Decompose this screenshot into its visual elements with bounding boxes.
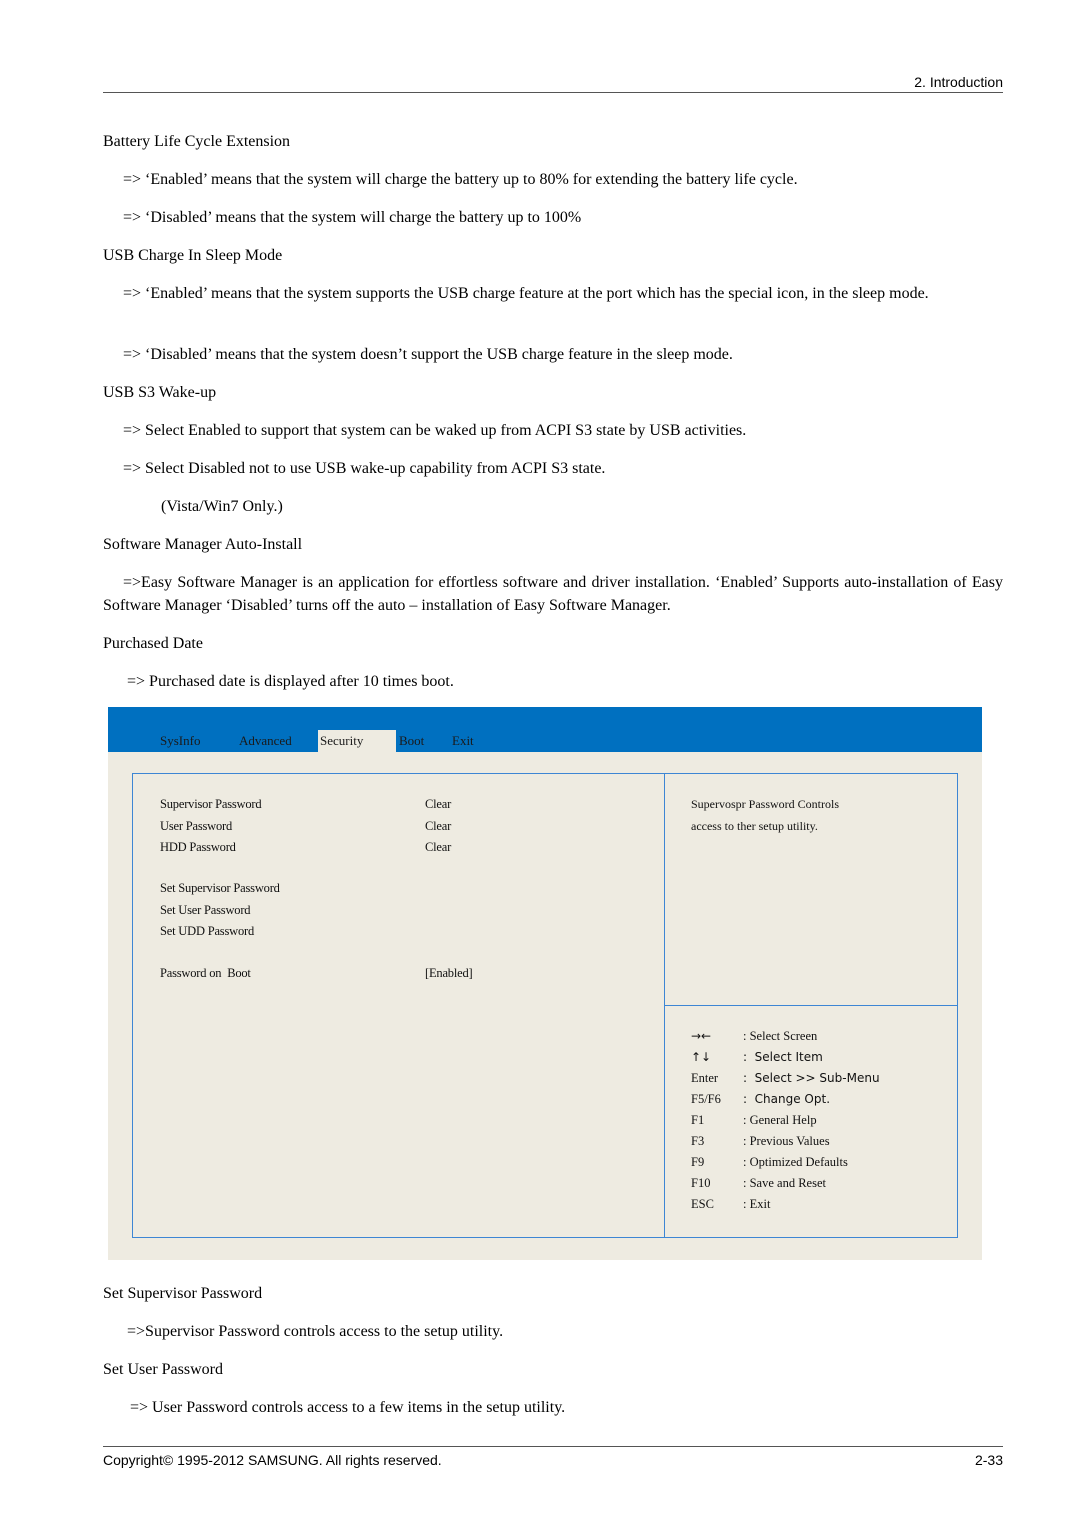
bios-key-desc: : Select Item bbox=[743, 1050, 823, 1064]
bios-item-label[interactable]: HDD Password bbox=[160, 840, 236, 855]
bios-screenshot: SysInfo Advanced Security Boot Exit Supe… bbox=[108, 707, 982, 1260]
set-user-desc: => User Password controls access to a fe… bbox=[130, 1399, 566, 1416]
bios-item-value: Clear bbox=[425, 797, 452, 811]
bios-key: ESC bbox=[691, 1197, 714, 1211]
battery-title: Battery Life Cycle Extension bbox=[103, 133, 291, 150]
bios-item-value: Clear bbox=[425, 840, 452, 854]
bios-tab-exit[interactable]: Exit bbox=[452, 733, 474, 749]
bios-item-label[interactable]: User Password bbox=[160, 819, 232, 834]
usb-charge-enabled-desc: => ‘Enabled’ means that the system suppo… bbox=[123, 285, 929, 302]
bios-key-desc: : Previous Values bbox=[743, 1134, 830, 1148]
bios-settings-panel: Supervisor Password Clear User Password … bbox=[132, 773, 665, 1238]
header-divider bbox=[103, 92, 1003, 93]
bios-key: F5/F6 bbox=[691, 1092, 721, 1106]
bios-key-desc: : Optimized Defaults bbox=[743, 1155, 848, 1169]
bios-key-desc: : Save and Reset bbox=[743, 1176, 826, 1190]
bios-tab-sysinfo[interactable]: SysInfo bbox=[160, 733, 200, 749]
bios-tab-boot[interactable]: Boot bbox=[399, 733, 424, 749]
bios-key-desc: : Select >> Sub-Menu bbox=[743, 1071, 880, 1085]
bios-item-label[interactable]: Set Supervisor Password bbox=[160, 881, 280, 896]
usb-s3-disabled-desc: => Select Disabled not to use USB wake-u… bbox=[123, 460, 606, 477]
purchased-date-desc: => Purchased date is displayed after 10 … bbox=[127, 673, 454, 690]
bios-tab-security[interactable]: Security bbox=[318, 730, 396, 752]
copyright-text: Copyright© 1995-2012 SAMSUNG. All rights… bbox=[103, 1452, 442, 1468]
bios-keys-panel: →← : Select Screen ↑↓ : Select Item Ente… bbox=[664, 1005, 958, 1238]
bios-help-line: Supervospr Password Controls bbox=[691, 797, 840, 811]
usb-charge-disabled-desc: => ‘Disabled’ means that the system does… bbox=[123, 346, 733, 363]
bios-key: F9 bbox=[691, 1155, 705, 1169]
bios-item-label[interactable]: Set UDD Password bbox=[160, 924, 254, 939]
usb-charge-title: USB Charge In Sleep Mode bbox=[103, 247, 283, 264]
bios-item-label[interactable]: Password on Boot bbox=[160, 966, 251, 981]
battery-disabled-desc: => ‘Disabled’ means that the system will… bbox=[123, 209, 582, 226]
software-manager-title: Software Manager Auto-Install bbox=[103, 536, 303, 553]
purchased-date-title: Purchased Date bbox=[103, 635, 203, 652]
bios-key-desc: : Change Opt. bbox=[743, 1092, 831, 1106]
bios-item-value: Clear bbox=[425, 819, 452, 833]
page-number: 2-33 bbox=[974, 1452, 1003, 1468]
footer-divider bbox=[103, 1446, 1003, 1447]
usb-s3-enabled-desc: => Select Enabled to support that system… bbox=[123, 422, 747, 439]
bios-key: F3 bbox=[691, 1134, 705, 1148]
set-user-title: Set User Password bbox=[103, 1361, 223, 1378]
bios-key-desc: : General Help bbox=[743, 1113, 817, 1127]
bios-menu-bar: SysInfo Advanced Security Boot Exit bbox=[108, 707, 982, 752]
set-supervisor-desc: =>Supervisor Password controls access to… bbox=[127, 1323, 504, 1340]
bios-key: F10 bbox=[691, 1176, 711, 1190]
bios-help-panel: Supervospr Password Controls access to t… bbox=[664, 773, 958, 1006]
usb-s3-note: (Vista/Win7 Only.) bbox=[161, 498, 283, 515]
bios-key-desc: : Exit bbox=[743, 1197, 771, 1211]
bios-tab-advanced[interactable]: Advanced bbox=[239, 733, 292, 749]
bios-key-arrows-lr-icon: →← bbox=[691, 1029, 712, 1043]
bios-item-value[interactable]: [Enabled] bbox=[425, 966, 473, 981]
bios-help-line: access to ther setup utility. bbox=[691, 819, 818, 833]
bios-key-desc: : Select Screen bbox=[743, 1029, 818, 1043]
bios-item-label[interactable]: Set User Password bbox=[160, 903, 251, 918]
bios-key: Enter bbox=[691, 1071, 719, 1085]
software-manager-desc: =>Easy Software Manager is an applicatio… bbox=[103, 574, 1003, 614]
battery-enabled-desc: => ‘Enabled’ means that the system will … bbox=[123, 171, 798, 188]
bios-key-arrows-ud-icon: ↑↓ bbox=[691, 1050, 712, 1064]
bios-item-label[interactable]: Supervisor Password bbox=[160, 797, 262, 812]
section-title: 2. Introduction bbox=[914, 74, 1003, 90]
usb-s3-title: USB S3 Wake-up bbox=[103, 384, 217, 401]
set-supervisor-title: Set Supervisor Password bbox=[103, 1285, 263, 1302]
bios-key: F1 bbox=[691, 1113, 705, 1127]
